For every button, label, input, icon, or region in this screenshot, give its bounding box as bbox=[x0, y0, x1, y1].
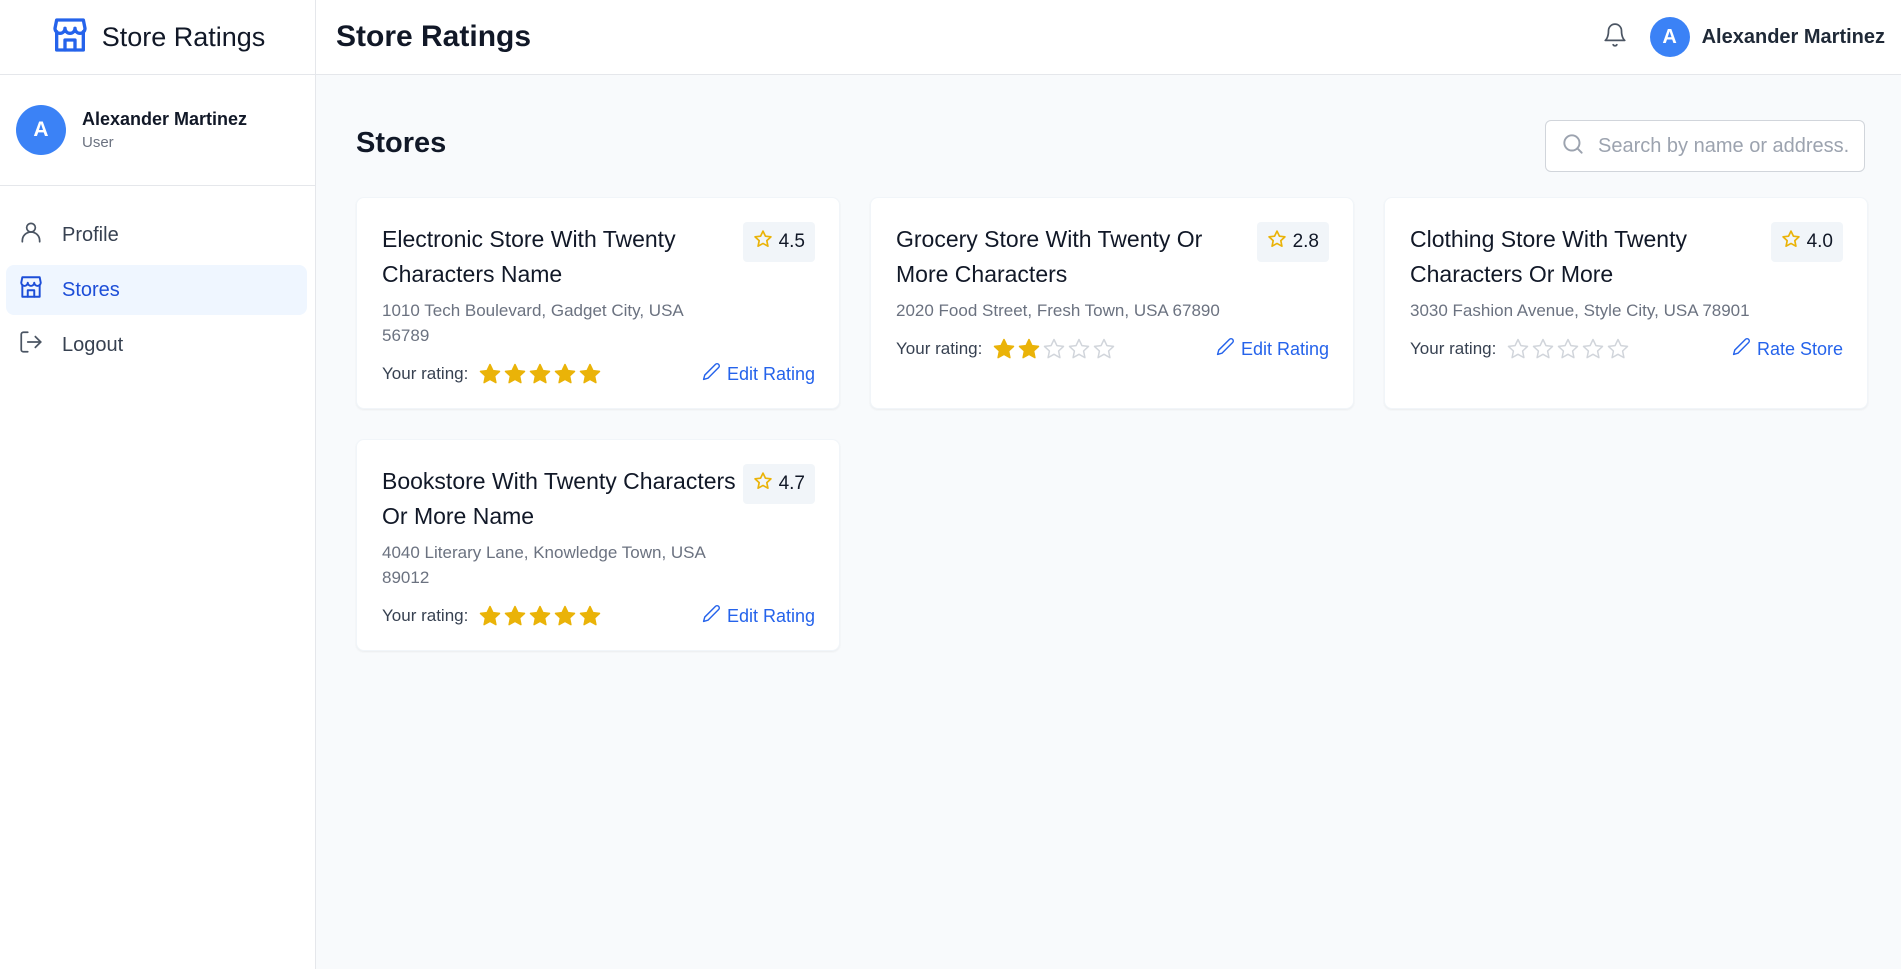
star-filled-icon[interactable] bbox=[992, 337, 1016, 361]
star-outline-icon bbox=[1267, 229, 1287, 255]
your-rating-label: Your rating: bbox=[382, 364, 469, 383]
search-box[interactable] bbox=[1545, 120, 1865, 172]
overall-rating-value: 2.8 bbox=[1292, 231, 1319, 252]
your-rating-label: Your rating: bbox=[382, 606, 469, 625]
rate-action-label: Rate Store bbox=[1756, 338, 1843, 359]
pencil-icon bbox=[702, 362, 721, 386]
user-icon bbox=[18, 219, 44, 251]
star-empty-icon[interactable] bbox=[1606, 337, 1630, 361]
sidebar-item-logout[interactable]: Logout bbox=[6, 320, 307, 370]
star-empty-icon[interactable] bbox=[1042, 337, 1066, 361]
search-input[interactable] bbox=[1598, 134, 1848, 158]
sidebar-user-role: User bbox=[82, 134, 114, 151]
store-card: Grocery Store With Twenty Or More Charac… bbox=[870, 197, 1354, 409]
sidebar-item-label: Stores bbox=[62, 278, 120, 301]
overall-rating-badge: 2.8 bbox=[1256, 222, 1329, 262]
sidebar-user: A Alexander Martinez User bbox=[0, 75, 315, 186]
rate-action-button[interactable]: Edit Rating bbox=[1216, 337, 1329, 361]
star-filled-icon[interactable] bbox=[503, 604, 527, 628]
rate-action-label: Edit Rating bbox=[1240, 338, 1329, 359]
your-rating-label: Your rating: bbox=[1410, 339, 1497, 358]
overall-rating-value: 4.0 bbox=[1806, 231, 1833, 252]
avatar: A bbox=[1649, 17, 1690, 57]
rate-action-label: Edit Rating bbox=[726, 363, 815, 384]
store-card: Bookstore With Twenty Characters Or More… bbox=[356, 439, 840, 651]
sidebar-nav: Profile Stores Logout bbox=[0, 186, 315, 370]
store-name: Electronic Store With Twenty Characters … bbox=[382, 226, 676, 287]
star-empty-icon[interactable] bbox=[1092, 337, 1116, 361]
star-empty-icon[interactable] bbox=[1506, 337, 1530, 361]
pencil-icon bbox=[1732, 337, 1751, 361]
overall-rating-badge: 4.0 bbox=[1770, 222, 1843, 262]
top-header: Store Ratings A Alexander Martinez bbox=[316, 0, 1901, 75]
rate-action-label: Edit Rating bbox=[726, 605, 815, 626]
store-address: 4040 Literary Lane, Knowledge Town, USA … bbox=[382, 543, 705, 587]
pencil-icon bbox=[1216, 337, 1235, 361]
star-empty-icon[interactable] bbox=[1531, 337, 1555, 361]
overall-rating-badge: 4.5 bbox=[742, 222, 815, 262]
star-filled-icon[interactable] bbox=[553, 604, 577, 628]
section-title: Stores bbox=[356, 126, 447, 159]
user-rating-stars[interactable] bbox=[478, 604, 602, 628]
sidebar-item-label: Profile bbox=[62, 223, 119, 246]
star-filled-icon[interactable] bbox=[553, 362, 577, 386]
store-icon bbox=[50, 15, 90, 60]
store-name: Grocery Store With Twenty Or More Charac… bbox=[896, 226, 1203, 287]
overall-rating-badge: 4.7 bbox=[742, 464, 815, 504]
store-address: 1010 Tech Boulevard, Gadget City, USA 56… bbox=[382, 301, 683, 345]
pencil-icon bbox=[702, 604, 721, 628]
store-card: Electronic Store With Twenty Characters … bbox=[356, 197, 840, 409]
star-outline-icon bbox=[753, 229, 773, 255]
sidebar-user-name: Alexander Martinez bbox=[82, 109, 248, 129]
rate-action-button[interactable]: Rate Store bbox=[1732, 337, 1843, 361]
bell-icon[interactable] bbox=[1602, 22, 1628, 53]
search-icon bbox=[1560, 131, 1586, 162]
store-card: Clothing Store With Twenty Characters Or… bbox=[1384, 197, 1868, 409]
star-outline-icon bbox=[753, 471, 773, 497]
sidebar-item-profile[interactable]: Profile bbox=[6, 210, 307, 260]
sidebar: Store Ratings A Alexander Martinez User … bbox=[0, 0, 316, 969]
overall-rating-value: 4.7 bbox=[778, 473, 805, 494]
star-filled-icon[interactable] bbox=[478, 362, 502, 386]
rate-action-button[interactable]: Edit Rating bbox=[702, 604, 815, 628]
header-user-menu[interactable]: A Alexander Martinez bbox=[1649, 17, 1885, 57]
star-filled-icon[interactable] bbox=[478, 604, 502, 628]
sidebar-item-label: Logout bbox=[62, 333, 124, 356]
user-rating-stars[interactable] bbox=[992, 337, 1116, 361]
star-filled-icon[interactable] bbox=[528, 604, 552, 628]
store-icon bbox=[18, 274, 44, 306]
header-user-name: Alexander Martinez bbox=[1701, 25, 1885, 48]
main-content: Stores Electronic Store With Twenty Char… bbox=[356, 75, 1868, 651]
store-name: Bookstore With Twenty Characters Or More… bbox=[382, 468, 736, 529]
star-empty-icon[interactable] bbox=[1067, 337, 1091, 361]
page-title: Store Ratings bbox=[336, 20, 532, 53]
star-filled-icon[interactable] bbox=[578, 362, 602, 386]
store-address: 2020 Food Street, Fresh Town, USA 67890 bbox=[896, 301, 1220, 320]
star-empty-icon[interactable] bbox=[1581, 337, 1605, 361]
brand[interactable]: Store Ratings bbox=[0, 0, 315, 75]
store-grid: Electronic Store With Twenty Characters … bbox=[356, 197, 1868, 651]
store-name: Clothing Store With Twenty Characters Or… bbox=[1410, 226, 1687, 287]
star-empty-icon[interactable] bbox=[1556, 337, 1580, 361]
star-filled-icon[interactable] bbox=[503, 362, 527, 386]
avatar: A bbox=[16, 105, 66, 155]
star-filled-icon[interactable] bbox=[528, 362, 552, 386]
brand-title: Store Ratings bbox=[101, 21, 266, 52]
overall-rating-value: 4.5 bbox=[778, 231, 805, 252]
logout-icon bbox=[18, 329, 44, 361]
rate-action-button[interactable]: Edit Rating bbox=[702, 362, 815, 386]
star-filled-icon[interactable] bbox=[578, 604, 602, 628]
star-outline-icon bbox=[1781, 229, 1801, 255]
your-rating-label: Your rating: bbox=[896, 339, 983, 358]
star-filled-icon[interactable] bbox=[1017, 337, 1041, 361]
user-rating-stars[interactable] bbox=[478, 362, 602, 386]
sidebar-item-stores[interactable]: Stores bbox=[6, 265, 307, 315]
store-address: 3030 Fashion Avenue, Style City, USA 789… bbox=[1410, 301, 1750, 320]
user-rating-stars[interactable] bbox=[1506, 337, 1630, 361]
